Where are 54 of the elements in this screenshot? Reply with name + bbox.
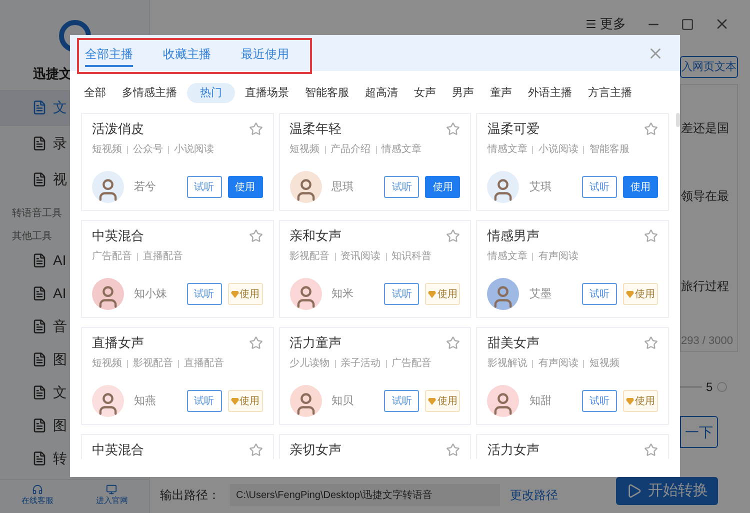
- voice-name: 知小妹: [134, 286, 167, 302]
- voice-tag: 情感文章: [487, 249, 528, 264]
- voice-tag: 情感文章: [382, 142, 422, 157]
- voice-tag: 短视频: [92, 142, 122, 157]
- voice-tag: 广告配音: [92, 249, 132, 264]
- voice-tag: 直播配音: [143, 249, 183, 264]
- voice-tag: 有声阅读: [538, 249, 578, 264]
- voice-title: 活力童声: [290, 334, 342, 352]
- voice-name: 艾琪: [529, 180, 552, 195]
- voice-tag: 有声阅读: [538, 356, 578, 371]
- voice-title: 亲和女声: [290, 227, 342, 245]
- voice-name: 若兮: [134, 180, 156, 195]
- text-line: 领导在最: [681, 188, 730, 205]
- section-label: 转语音工具: [12, 206, 62, 220]
- voice-title: 活力女声: [487, 441, 540, 459]
- voice-title: 温柔年轻: [290, 120, 342, 138]
- voice-tag: 智能客服: [589, 142, 630, 157]
- voice-tag: 亲子活动: [340, 356, 381, 371]
- output-label: 输出路径：: [160, 487, 220, 504]
- section-label: 其他工具: [12, 230, 52, 244]
- voice-title: 中英混合: [92, 441, 144, 459]
- text-line: 旅行过程: [681, 278, 730, 295]
- voice-name: 知米: [332, 286, 354, 302]
- voice-tag: 产品介绍: [330, 142, 371, 157]
- voice-tag: 短视频: [290, 142, 320, 157]
- voice-name: 艾墨: [529, 286, 552, 302]
- voice-title: 甜美女声: [487, 334, 540, 352]
- voice-title: 活泼俏皮: [92, 120, 144, 138]
- char-count: 293 / 3000: [681, 334, 734, 349]
- voice-tag: 情感文章: [487, 142, 528, 157]
- voice-tag: 短视频: [92, 356, 122, 371]
- voice-tag: 小说阅读: [538, 142, 578, 157]
- voice-name: 知燕: [134, 394, 156, 409]
- text-line: 差还是国: [681, 120, 730, 137]
- voice-tag: 小说阅读: [174, 142, 214, 157]
- voice-name: 知贝: [332, 394, 354, 409]
- voice-title: 温柔可爱: [487, 120, 540, 138]
- voice-tag: 公众号: [133, 142, 163, 157]
- voice-tag: 影视解说: [487, 356, 528, 371]
- voice-title: 亲切女声: [290, 441, 342, 459]
- voice-name: 知甜: [529, 394, 552, 409]
- voice-tag: 知识科普: [392, 249, 432, 264]
- voice-tag: 资讯阅读: [340, 249, 381, 264]
- voice-title: 直播女声: [92, 334, 144, 352]
- voice-tag: 广告配音: [392, 356, 432, 371]
- voice-tag: 影视配音: [290, 249, 330, 264]
- voice-tag: 短视频: [589, 356, 620, 371]
- voice-title: 中英混合: [92, 227, 144, 245]
- voice-tag: 直播配音: [184, 356, 224, 371]
- voice-name: 思琪: [332, 180, 354, 195]
- slider-value: 5: [706, 379, 713, 396]
- voice-tag: 影视配音: [133, 356, 173, 371]
- voice-tag: 少儿读物: [290, 356, 330, 371]
- voice-title: 情感男声: [487, 227, 540, 245]
